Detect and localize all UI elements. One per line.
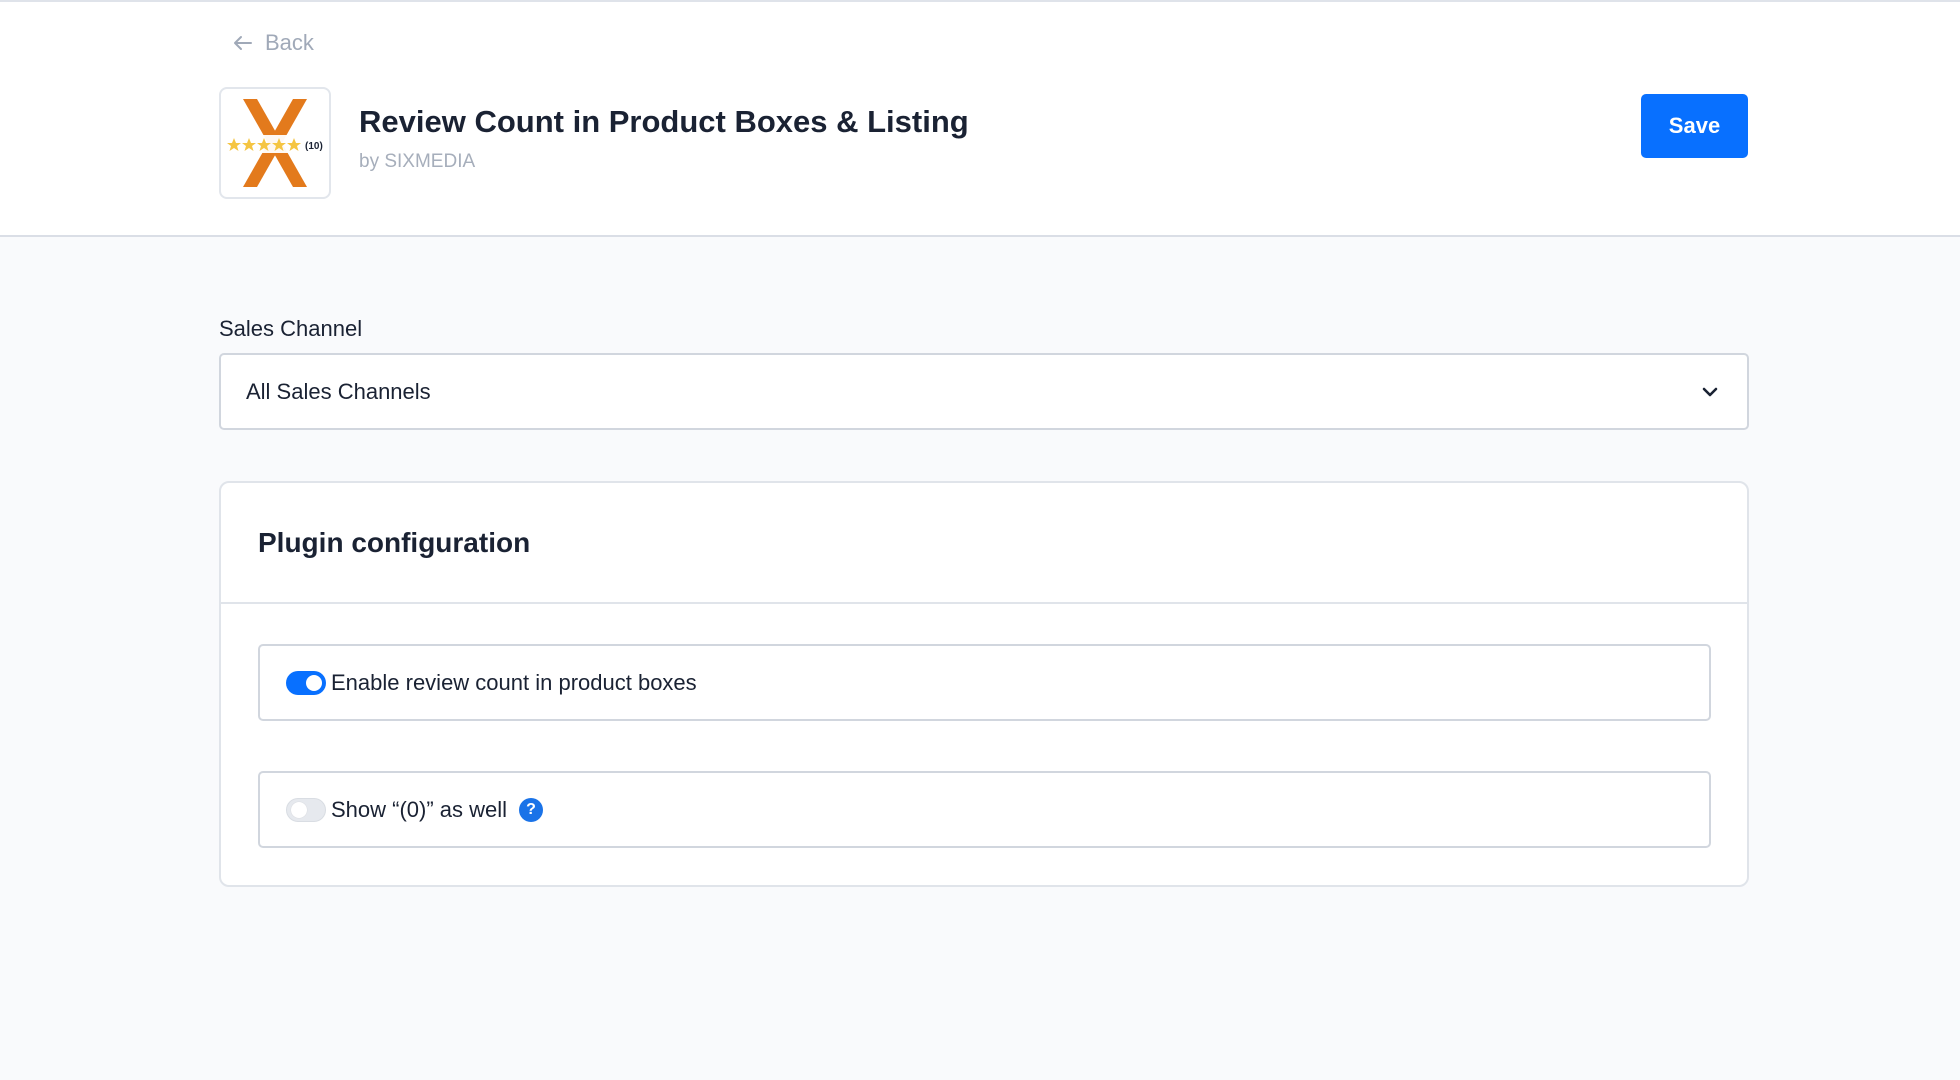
- back-link[interactable]: Back: [231, 30, 314, 56]
- help-icon[interactable]: ?: [519, 797, 544, 822]
- plugin-configuration-card: Plugin configuration Enable review count…: [219, 481, 1749, 887]
- save-button[interactable]: Save: [1641, 94, 1748, 158]
- back-label: Back: [265, 30, 314, 55]
- plugin-logo-icon: (10): [225, 99, 325, 187]
- arrow-left-icon: [234, 36, 252, 50]
- option-row-show-zero: Show “(0)” as well ?: [258, 771, 1711, 848]
- option-label: Show “(0)” as well: [331, 796, 508, 822]
- plugin-logo: (10): [219, 87, 331, 199]
- card-title: Plugin configuration: [258, 527, 531, 558]
- plugin-author: by SIXMEDIA: [359, 151, 476, 172]
- sales-channel-select[interactable]: All Sales Channels: [219, 353, 1749, 430]
- svg-text:(10): (10): [305, 141, 323, 152]
- sales-channel-selected-value: All Sales Channels: [246, 378, 431, 404]
- toggle-knob: [306, 674, 322, 691]
- page-header: Back (10) Review Count in Product Boxes …: [0, 0, 1960, 237]
- show-zero-toggle[interactable]: [286, 797, 326, 822]
- card-header: Plugin configuration: [221, 483, 1747, 604]
- chevron-down-icon: [1702, 387, 1718, 397]
- enable-review-count-toggle[interactable]: [286, 670, 326, 695]
- option-row-enable-review-count: Enable review count in product boxes: [258, 644, 1711, 721]
- toggle-knob: [291, 801, 307, 818]
- page-title: Review Count in Product Boxes & Listing: [359, 104, 969, 139]
- sales-channel-label: Sales Channel: [219, 316, 363, 341]
- option-label: Enable review count in product boxes: [331, 669, 697, 695]
